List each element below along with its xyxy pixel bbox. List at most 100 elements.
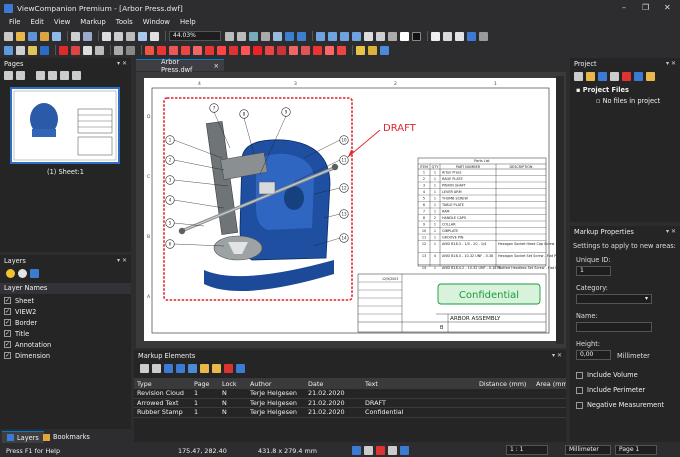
fit-width-icon[interactable] xyxy=(273,31,282,41)
document-tab-close[interactable]: × xyxy=(213,62,219,70)
delete-icon[interactable] xyxy=(224,364,233,373)
new-icon[interactable] xyxy=(4,31,13,41)
last-page-icon[interactable] xyxy=(352,31,361,41)
menu-window[interactable]: Window xyxy=(143,18,170,26)
properties-pin-icon[interactable]: ▾ ✕ xyxy=(666,228,676,235)
markup-pin-icon[interactable]: ▾ ✕ xyxy=(552,352,562,359)
document-viewport[interactable]: 4 3 2 1 D C B A DRAFT 1 2 3 4 5 6 7 8 9 … xyxy=(136,72,566,348)
project-open-icon[interactable] xyxy=(586,72,595,81)
layer-row[interactable]: ✓ Border xyxy=(0,317,131,328)
status-ortho-icon[interactable] xyxy=(364,446,373,455)
layer-checkbox[interactable]: ✓ xyxy=(4,341,11,348)
include-volume-row[interactable]: Include Volume xyxy=(576,371,638,379)
invert-icon[interactable] xyxy=(400,31,409,41)
layer-checkbox[interactable]: ✓ xyxy=(4,352,11,359)
highlight-icon[interactable] xyxy=(241,45,250,55)
status-grid-icon[interactable] xyxy=(388,446,397,455)
markup-layer-icon[interactable] xyxy=(380,45,389,55)
line-style-icon[interactable] xyxy=(95,45,104,55)
layers-pin-icon[interactable]: ▾ ✕ xyxy=(117,257,127,264)
height-field[interactable]: 0,00 xyxy=(576,350,611,360)
name-field[interactable] xyxy=(576,322,652,332)
page-merge-icon[interactable] xyxy=(60,71,69,80)
copy-icon[interactable] xyxy=(114,31,123,41)
project-props-icon[interactable] xyxy=(634,72,643,81)
page-icon[interactable] xyxy=(364,31,373,41)
save-icon[interactable] xyxy=(28,31,37,41)
polyline-icon[interactable] xyxy=(229,45,238,55)
minimize-button[interactable]: – xyxy=(622,3,626,12)
include-perimeter-row[interactable]: Include Perimeter xyxy=(576,386,645,394)
project-root[interactable]: ▪ Project Files xyxy=(576,86,629,94)
prev-page-icon[interactable] xyxy=(328,31,337,41)
open-folder-icon[interactable] xyxy=(16,31,25,41)
export-icon[interactable] xyxy=(236,364,245,373)
layer-off-icon[interactable] xyxy=(18,269,27,278)
page-rotate-icon[interactable] xyxy=(48,71,57,80)
symbol-icon[interactable] xyxy=(325,45,334,55)
zoom-out-icon[interactable] xyxy=(237,31,246,41)
line-color-icon[interactable] xyxy=(59,45,68,55)
menu-file[interactable]: File xyxy=(9,18,21,26)
rotate-right-icon[interactable] xyxy=(297,31,306,41)
rectangle-icon[interactable] xyxy=(181,45,190,55)
negative-measurement-checkbox[interactable] xyxy=(576,401,583,409)
table-row[interactable]: Arrowed Text 1 N Terje Helgesen 21.02.20… xyxy=(134,399,566,408)
paste-icon[interactable] xyxy=(126,31,135,41)
include-volume-checkbox[interactable] xyxy=(576,371,583,379)
settings-icon[interactable] xyxy=(479,31,488,41)
layers-column-header[interactable]: Layer Names xyxy=(0,283,131,294)
line-icon[interactable] xyxy=(157,45,166,55)
col-area[interactable]: Area (mm²) xyxy=(533,380,566,388)
zoom-window-icon[interactable] xyxy=(249,31,258,41)
markup-copy-icon[interactable] xyxy=(16,45,25,55)
arrowed-text-icon[interactable] xyxy=(265,45,274,55)
select-icon[interactable] xyxy=(138,31,147,41)
hand-icon[interactable] xyxy=(150,31,159,41)
fit-page-icon[interactable] xyxy=(261,31,270,41)
page-extract-icon[interactable] xyxy=(36,71,45,80)
negative-measurement-row[interactable]: Negative Measurement xyxy=(576,401,664,409)
callout-icon[interactable] xyxy=(277,45,286,55)
zoom-in-icon[interactable] xyxy=(225,31,234,41)
image-icon[interactable] xyxy=(337,45,346,55)
col-text[interactable]: Text xyxy=(362,380,476,388)
col-type[interactable]: Type xyxy=(134,380,191,388)
layer-checkbox[interactable]: ✓ xyxy=(4,308,11,315)
pen-icon[interactable] xyxy=(145,45,154,55)
menu-edit[interactable]: Edit xyxy=(31,18,44,26)
project-new-icon[interactable] xyxy=(574,72,583,81)
first-page-icon[interactable] xyxy=(316,31,325,41)
document-tab[interactable]: Arbor Press.dwf × xyxy=(136,58,224,74)
grid-icon[interactable] xyxy=(126,45,135,55)
page-remove-icon[interactable] xyxy=(16,71,25,80)
black-white-icon[interactable] xyxy=(376,31,385,41)
cut-icon[interactable] xyxy=(102,31,111,41)
panel-pin-icon[interactable]: ▾ ✕ xyxy=(117,60,127,67)
compare-icon[interactable] xyxy=(455,31,464,41)
status-snap-icon[interactable] xyxy=(352,446,361,455)
layer-checkbox[interactable]: ✓ xyxy=(4,319,11,326)
page-add-icon[interactable] xyxy=(4,71,13,80)
layer-row[interactable]: ✓ VIEW2 xyxy=(0,306,131,317)
zoom-input[interactable]: 44.03% xyxy=(169,31,221,41)
stamp-icon[interactable] xyxy=(313,45,322,55)
layer-row[interactable]: ✓ Dimension xyxy=(0,350,131,361)
layers-icon[interactable] xyxy=(388,31,397,41)
layer-checkbox[interactable]: ✓ xyxy=(4,297,11,304)
lock-icon[interactable] xyxy=(200,364,209,373)
page-thumbnail[interactable] xyxy=(10,87,120,164)
fill-color-icon[interactable] xyxy=(71,45,80,55)
folder-icon[interactable] xyxy=(40,31,49,41)
project-pin-icon[interactable]: ▾ ✕ xyxy=(666,60,676,67)
tab-bookmarks[interactable]: Bookmarks xyxy=(38,431,95,443)
cloud-icon[interactable] xyxy=(217,45,226,55)
layer-checkbox[interactable]: ✓ xyxy=(4,330,11,337)
include-perimeter-checkbox[interactable] xyxy=(576,386,583,394)
col-lock[interactable]: Lock xyxy=(219,380,247,388)
project-remove-icon[interactable] xyxy=(622,72,631,81)
dimension-icon[interactable] xyxy=(289,45,298,55)
rotate-left-icon[interactable] xyxy=(285,31,294,41)
text-search-icon[interactable] xyxy=(431,31,440,41)
layer-row[interactable]: ✓ Title xyxy=(0,328,131,339)
